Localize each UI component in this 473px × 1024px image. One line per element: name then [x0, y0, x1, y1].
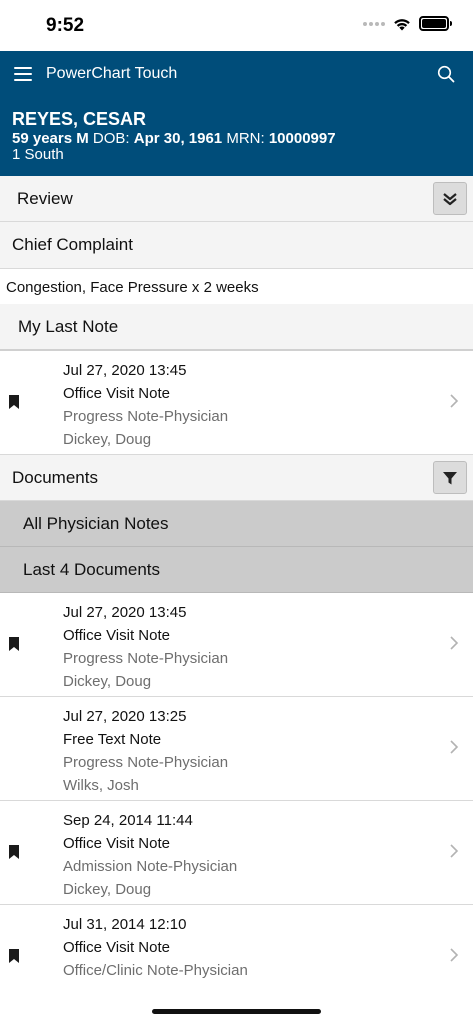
app-title: PowerChart Touch [46, 65, 178, 82]
document-date: Jul 27, 2020 13:45 [63, 604, 187, 621]
documents-label: Documents [12, 467, 98, 487]
filter-button[interactable] [433, 461, 467, 494]
status-icons [363, 16, 452, 31]
wifi-icon [394, 18, 410, 30]
filter-all-physician-notes[interactable]: All Physician Notes [0, 501, 473, 547]
mrn-label: MRN: [226, 130, 265, 147]
bookmark-icon [9, 395, 19, 409]
patient-dob: Apr 30, 1961 [133, 130, 223, 147]
document-item[interactable]: Sep 24, 2014 11:44 Office Visit Note Adm… [0, 801, 473, 905]
document-item[interactable]: Jul 31, 2014 12:10 Office Visit Note Off… [0, 905, 473, 1009]
dob-label: DOB: [92, 130, 130, 147]
nav-bar: PowerChart Touch [0, 51, 473, 97]
document-date: Sep 24, 2014 11:44 [63, 812, 193, 829]
note-type: Progress Note-Physician [63, 408, 229, 425]
double-chevron-down-icon [443, 192, 457, 205]
chief-complaint-label: Chief Complaint [12, 235, 133, 254]
document-author: Dickey, Doug [63, 673, 152, 690]
patient-sex: M [76, 130, 89, 147]
bookmark-icon [9, 845, 19, 859]
chevron-right-icon [450, 740, 459, 754]
bookmark-icon [9, 637, 19, 651]
patient-name: REYES, CESAR [12, 109, 147, 129]
review-section-header[interactable]: Review [0, 176, 473, 222]
status-bar: 9:52 [0, 0, 473, 51]
filter-icon [443, 471, 457, 484]
document-title: Free Text Note [63, 731, 162, 748]
document-type: Progress Note-Physician [63, 754, 229, 771]
note-title: Office Visit Note [63, 385, 170, 402]
note-date: Jul 27, 2020 13:45 [63, 362, 187, 379]
document-date: Jul 31, 2014 12:10 [63, 916, 187, 933]
bookmark-icon [9, 949, 19, 963]
patient-age: 59 years [12, 130, 73, 147]
document-title: Office Visit Note [63, 627, 170, 644]
home-indicator [152, 1009, 321, 1014]
document-type: Progress Note-Physician [63, 650, 229, 667]
chief-complaint-header: Chief Complaint [0, 222, 473, 269]
document-title: Office Visit Note [63, 835, 170, 852]
document-type: Admission Note-Physician [63, 858, 238, 875]
patient-mrn: 10000997 [268, 130, 336, 147]
filter-label: Last 4 Documents [23, 559, 161, 579]
document-date: Jul 27, 2020 13:25 [63, 708, 187, 725]
battery-icon [419, 16, 452, 31]
patient-demographics: 59 years M DOB: Apr 30, 1961 MRN: 100009… [12, 130, 336, 147]
filter-last-4-documents[interactable]: Last 4 Documents [0, 547, 473, 593]
my-last-note-header: My Last Note [0, 304, 473, 351]
document-author: Wilks, Josh [63, 777, 139, 794]
chevron-right-icon [450, 636, 459, 650]
documents-header: Documents [0, 455, 473, 501]
document-item[interactable]: Jul 27, 2020 13:25 Free Text Note Progre… [0, 697, 473, 801]
expand-button[interactable] [433, 182, 467, 215]
chevron-right-icon [450, 394, 459, 408]
status-time: 9:52 [46, 15, 85, 36]
review-label: Review [17, 188, 73, 208]
my-last-note-label: My Last Note [18, 316, 119, 336]
chief-complaint-text: Congestion, Face Pressure x 2 weeks [0, 269, 473, 304]
note-author: Dickey, Doug [63, 431, 152, 448]
chevron-right-icon [450, 948, 459, 962]
patient-location: 1 South [12, 146, 64, 163]
cellular-signal-icon [363, 21, 385, 26]
menu-icon[interactable] [14, 67, 32, 81]
document-author: Dickey, Doug [63, 881, 152, 898]
last-note-item[interactable]: Jul 27, 2020 13:45 Office Visit Note Pro… [0, 351, 473, 455]
chevron-right-icon [450, 844, 459, 858]
app-header: PowerChart Touch REYES, CESAR 59 years M… [0, 51, 473, 176]
filter-label: All Physician Notes [23, 513, 169, 533]
document-title: Office Visit Note [63, 939, 170, 956]
document-type: Office/Clinic Note-Physician [63, 962, 248, 979]
document-item[interactable]: Jul 27, 2020 13:45 Office Visit Note Pro… [0, 593, 473, 697]
search-icon[interactable] [437, 65, 455, 83]
